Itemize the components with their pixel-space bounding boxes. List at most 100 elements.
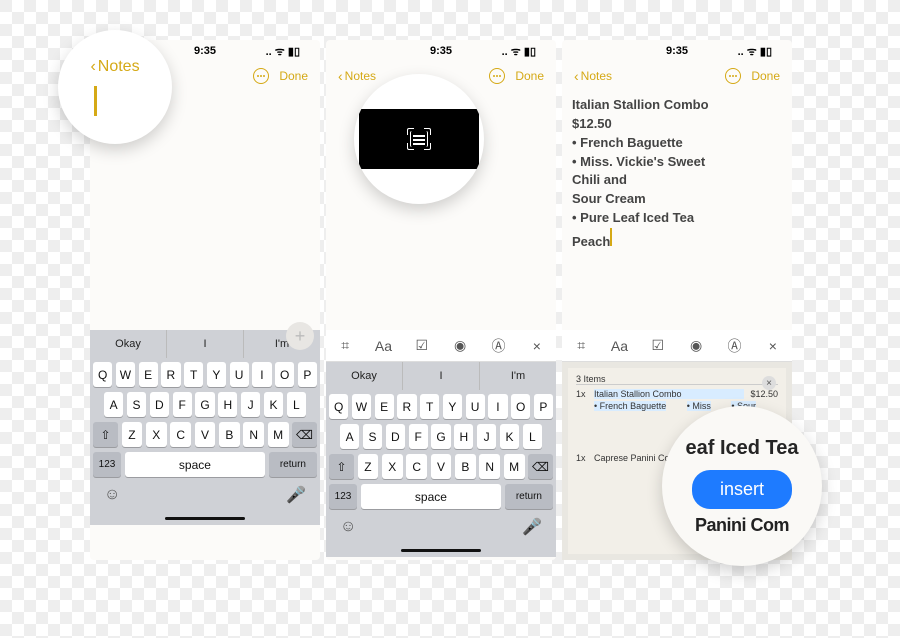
key-l[interactable]: L — [523, 424, 542, 449]
camera-icon[interactable]: ◉ — [449, 336, 471, 356]
home-indicator[interactable] — [326, 543, 556, 557]
home-indicator[interactable] — [90, 511, 320, 525]
key-u[interactable]: U — [466, 394, 485, 419]
key-c[interactable]: C — [406, 454, 427, 479]
checklist-icon[interactable]: ☑ — [411, 336, 433, 356]
done-button[interactable]: Done — [279, 69, 308, 83]
mic-icon[interactable]: 🎤 — [286, 485, 306, 505]
text-format-icon[interactable]: Aa — [608, 336, 630, 356]
key-h[interactable]: H — [454, 424, 473, 449]
more-icon[interactable] — [253, 68, 269, 84]
key-u[interactable]: U — [230, 362, 249, 387]
text-format-icon[interactable]: Aa — [372, 336, 394, 356]
key-a[interactable]: A — [104, 392, 123, 417]
markup-icon[interactable]: Ⓐ — [723, 336, 745, 356]
key-z[interactable]: Z — [358, 454, 379, 479]
key-d[interactable]: D — [386, 424, 405, 449]
key-return[interactable]: return — [269, 452, 317, 477]
close-icon[interactable]: × — [762, 376, 776, 390]
predictive-word[interactable]: I — [167, 330, 244, 358]
key-n[interactable]: N — [479, 454, 500, 479]
insert-button[interactable]: insert — [692, 470, 792, 509]
key-m[interactable]: M — [268, 422, 289, 447]
key-k[interactable]: K — [500, 424, 519, 449]
back-button[interactable]: ‹ Notes — [574, 68, 612, 84]
key-z[interactable]: Z — [122, 422, 143, 447]
key-y[interactable]: Y — [443, 394, 462, 419]
key-n[interactable]: N — [243, 422, 264, 447]
done-button[interactable]: Done — [515, 69, 544, 83]
key-123[interactable]: 123 — [93, 452, 121, 477]
key-r[interactable]: R — [397, 394, 416, 419]
close-toolbar-icon[interactable]: × — [762, 336, 784, 356]
key-k[interactable]: K — [264, 392, 283, 417]
key-q[interactable]: Q — [329, 394, 348, 419]
more-icon[interactable] — [725, 68, 741, 84]
key-x[interactable]: X — [146, 422, 167, 447]
done-button[interactable]: Done — [751, 69, 780, 83]
key-return[interactable]: return — [505, 484, 553, 509]
notes-label: Notes — [98, 58, 140, 76]
checklist-icon[interactable]: ☑ — [647, 336, 669, 356]
key-x[interactable]: X — [382, 454, 403, 479]
predictive-word[interactable]: I'm — [480, 362, 556, 390]
key-e[interactable]: E — [375, 394, 394, 419]
close-toolbar-icon[interactable]: × — [526, 336, 548, 356]
highlight-scan-text — [354, 74, 484, 204]
camera-icon[interactable]: ◉ — [685, 336, 707, 356]
key-f[interactable]: F — [173, 392, 192, 417]
key-shift[interactable]: ⇧ — [329, 454, 354, 479]
key-e[interactable]: E — [139, 362, 158, 387]
key-f[interactable]: F — [409, 424, 428, 449]
more-icon[interactable] — [489, 68, 505, 84]
add-button[interactable]: + — [286, 322, 314, 350]
key-v[interactable]: V — [195, 422, 216, 447]
key-i[interactable]: I — [252, 362, 271, 387]
predictive-word[interactable]: Okay — [90, 330, 167, 358]
key-j[interactable]: J — [241, 392, 260, 417]
key-r[interactable]: R — [161, 362, 180, 387]
predictive-word[interactable]: Okay — [326, 362, 403, 390]
key-h[interactable]: H — [218, 392, 237, 417]
key-v[interactable]: V — [431, 454, 452, 479]
key-p[interactable]: P — [534, 394, 553, 419]
key-m[interactable]: M — [504, 454, 525, 479]
key-s[interactable]: S — [363, 424, 382, 449]
key-j[interactable]: J — [477, 424, 496, 449]
table-icon[interactable]: ⌗ — [334, 336, 356, 356]
note-editor[interactable]: Italian Stallion Combo $12.50 • French B… — [562, 90, 792, 330]
key-w[interactable]: W — [352, 394, 371, 419]
key-backspace[interactable]: ⌫ — [528, 454, 553, 479]
key-a[interactable]: A — [340, 424, 359, 449]
key-g[interactable]: G — [195, 392, 214, 417]
key-backspace[interactable]: ⌫ — [292, 422, 317, 447]
emoji-icon[interactable]: ☺ — [104, 486, 120, 504]
key-t[interactable]: T — [184, 362, 203, 387]
key-space[interactable]: space — [125, 452, 266, 477]
key-123[interactable]: 123 — [329, 484, 357, 509]
scan-text-popup[interactable] — [359, 109, 479, 169]
key-y[interactable]: Y — [207, 362, 226, 387]
key-shift[interactable]: ⇧ — [93, 422, 118, 447]
key-b[interactable]: B — [219, 422, 240, 447]
key-c[interactable]: C — [170, 422, 191, 447]
emoji-icon[interactable]: ☺ — [340, 518, 356, 536]
key-o[interactable]: O — [511, 394, 530, 419]
key-o[interactable]: O — [275, 362, 294, 387]
key-t[interactable]: T — [420, 394, 439, 419]
mic-icon[interactable]: 🎤 — [522, 517, 542, 537]
key-d[interactable]: D — [150, 392, 169, 417]
key-q[interactable]: Q — [93, 362, 112, 387]
key-b[interactable]: B — [455, 454, 476, 479]
markup-icon[interactable]: Ⓐ — [487, 336, 509, 356]
key-p[interactable]: P — [298, 362, 317, 387]
key-w[interactable]: W — [116, 362, 135, 387]
table-icon[interactable]: ⌗ — [570, 336, 592, 356]
key-l[interactable]: L — [287, 392, 306, 417]
back-button[interactable]: ‹ Notes — [338, 68, 376, 84]
key-i[interactable]: I — [488, 394, 507, 419]
key-s[interactable]: S — [127, 392, 146, 417]
key-g[interactable]: G — [431, 424, 450, 449]
key-space[interactable]: space — [361, 484, 502, 509]
predictive-word[interactable]: I — [403, 362, 480, 390]
